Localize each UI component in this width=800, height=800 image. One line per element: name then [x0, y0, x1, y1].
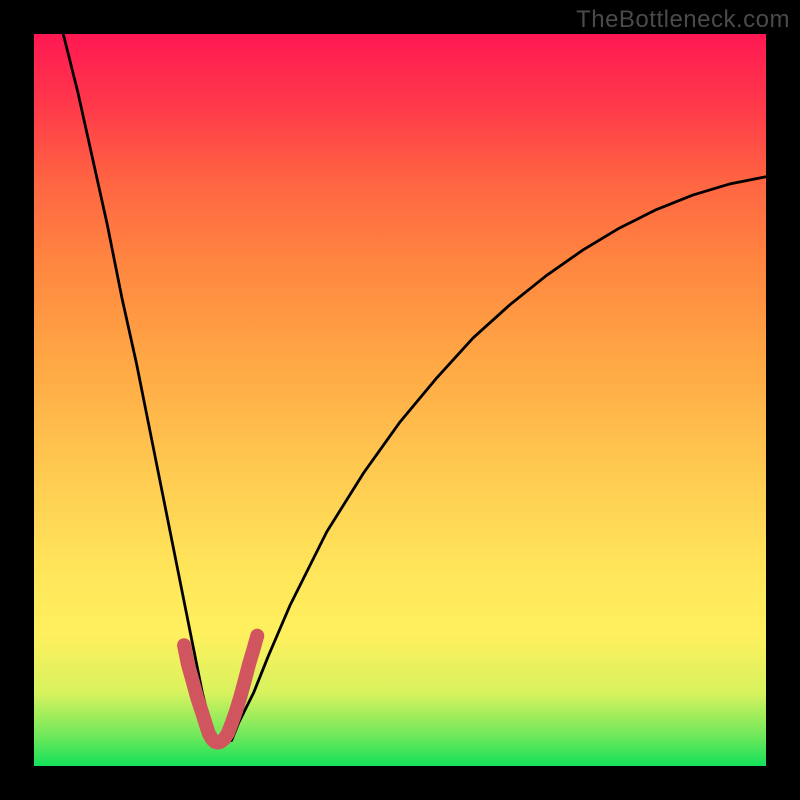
chart-frame: TheBottleneck.com [0, 0, 800, 800]
chart-svg [34, 34, 766, 766]
watermark-text: TheBottleneck.com [576, 6, 790, 34]
bottleneck-curve [63, 34, 766, 743]
plot-area [34, 34, 766, 766]
